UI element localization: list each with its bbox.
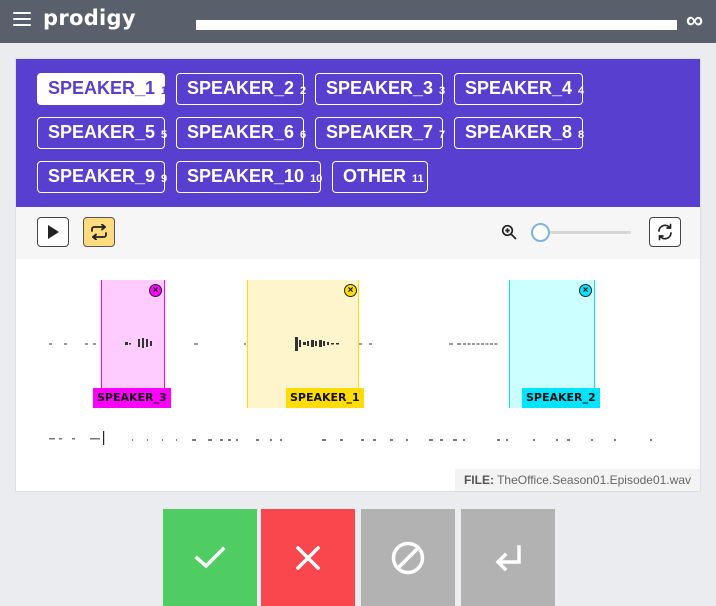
reject-button[interactable] xyxy=(261,509,355,606)
x-icon xyxy=(296,545,320,570)
menu-icon[interactable] xyxy=(13,12,31,26)
annotation-card: SPEAKER_1 1 SPEAKER_2 2 SPEAKER_3 3 SPEAKER… xyxy=(15,58,701,492)
label-speaker-4[interactable]: SPEAKER_4 4 xyxy=(454,73,585,105)
play-button[interactable] xyxy=(37,217,69,247)
region-speaker-2[interactable]: × SPEAKER_2 xyxy=(509,280,600,408)
undo-button[interactable] xyxy=(461,509,555,606)
region-label: SPEAKER_1 xyxy=(286,388,364,408)
region-speaker-1[interactable]: × SPEAKER_1 xyxy=(247,280,364,408)
label-other[interactable]: OTHER 11 xyxy=(332,161,428,193)
label-speaker-7[interactable]: SPEAKER_7 7 xyxy=(315,117,446,149)
top-bar: prodigy ∞ xyxy=(0,0,716,43)
label-speaker-6[interactable]: SPEAKER_6 6 xyxy=(176,117,307,149)
region-label: SPEAKER_2 xyxy=(522,388,600,408)
file-info: FILE: TheOffice.Season01.Episode01.wav xyxy=(454,469,700,491)
infinity-icon: ∞ xyxy=(686,7,704,34)
label-speaker-9[interactable]: SPEAKER_9 9 xyxy=(37,161,168,193)
refresh-icon xyxy=(658,223,672,241)
undo-icon xyxy=(495,544,521,571)
file-name: TheOffice.Season01.Episode01.wav xyxy=(497,473,691,487)
region-speaker-3[interactable]: × SPEAKER_3 xyxy=(93,280,171,408)
zoom-in-icon xyxy=(501,224,517,240)
label-text: SPEAKER_5 xyxy=(48,122,156,142)
label-text: SPEAKER_10 xyxy=(187,166,305,186)
label-key: 3 xyxy=(439,85,446,97)
check-icon xyxy=(194,546,226,568)
region-close-button[interactable]: × xyxy=(344,284,357,297)
label-key: 4 xyxy=(578,85,585,97)
label-speaker-3[interactable]: SPEAKER_3 3 xyxy=(315,73,446,105)
label-key: 9 xyxy=(161,173,168,185)
ignore-button[interactable] xyxy=(361,509,455,606)
label-speaker-10[interactable]: SPEAKER_10 10 xyxy=(176,161,323,193)
timeline xyxy=(49,431,652,445)
reload-button[interactable] xyxy=(649,217,681,247)
label-key: 8 xyxy=(578,129,585,141)
label-text: SPEAKER_6 xyxy=(187,122,295,142)
zoom-slider-thumb[interactable] xyxy=(531,223,550,242)
accept-button[interactable] xyxy=(163,509,257,606)
label-text: SPEAKER_1 xyxy=(48,78,156,98)
label-text: SPEAKER_2 xyxy=(187,78,295,98)
progress-bar xyxy=(196,20,677,30)
label-key: 1 xyxy=(161,85,168,97)
label-speaker-8[interactable]: SPEAKER_8 8 xyxy=(454,117,585,149)
no-entry-icon xyxy=(391,541,425,574)
waveform-area[interactable]: × SPEAKER_3 × SPEAKER_1 × SPEAKER_2 FILE… xyxy=(16,259,700,491)
label-text: SPEAKER_3 xyxy=(326,78,434,98)
progress-fill xyxy=(196,20,677,30)
loop-toggle[interactable] xyxy=(83,217,115,247)
region-close-button[interactable]: × xyxy=(149,284,162,297)
file-prefix: FILE: xyxy=(463,473,494,487)
label-key: 10 xyxy=(310,173,323,185)
label-bar: SPEAKER_1 1 SPEAKER_2 2 SPEAKER_3 3 SPEAKER… xyxy=(16,59,700,207)
label-key: 7 xyxy=(439,129,446,141)
label-key: 2 xyxy=(300,85,307,97)
playhead[interactable] xyxy=(103,431,105,445)
audio-toolbar xyxy=(16,207,700,259)
zoom-slider[interactable] xyxy=(531,221,631,243)
label-speaker-2[interactable]: SPEAKER_2 2 xyxy=(176,73,307,105)
play-icon xyxy=(48,225,59,239)
label-text: SPEAKER_7 xyxy=(326,122,434,142)
loop-icon xyxy=(91,224,107,240)
label-text: SPEAKER_9 xyxy=(48,166,156,186)
label-speaker-1[interactable]: SPEAKER_1 1 xyxy=(37,73,168,105)
label-key: 6 xyxy=(300,129,307,141)
label-text: OTHER xyxy=(343,166,406,186)
app-logo: prodigy xyxy=(43,6,136,30)
label-text: SPEAKER_8 xyxy=(465,122,573,142)
label-speaker-5[interactable]: SPEAKER_5 5 xyxy=(37,117,168,149)
label-key: 11 xyxy=(412,173,424,185)
answer-buttons xyxy=(163,509,555,606)
label-key: 5 xyxy=(161,129,168,141)
region-label: SPEAKER_3 xyxy=(93,388,171,408)
region-close-button[interactable]: × xyxy=(579,284,592,297)
zoom-slider-track xyxy=(541,231,631,234)
label-text: SPEAKER_4 xyxy=(465,78,573,98)
